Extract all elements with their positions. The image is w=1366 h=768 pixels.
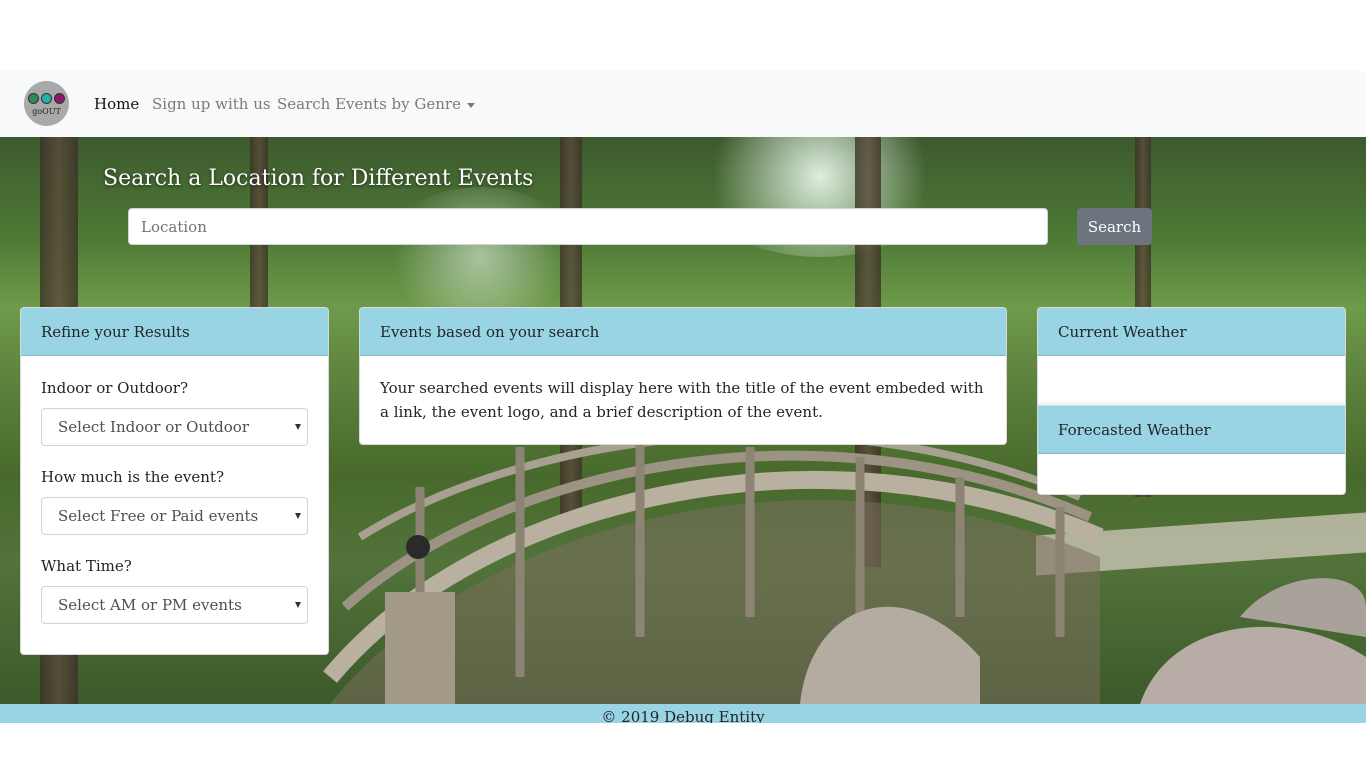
nav-dropdown-genre[interactable]: Search Events by Genre (277, 71, 475, 137)
refine-results-card: Refine your Results Indoor or Outdoor? S… (20, 307, 329, 655)
search-button[interactable]: Search (1077, 208, 1152, 245)
indoor-outdoor-label: Indoor or Outdoor? (41, 379, 189, 397)
logo-dots (28, 93, 65, 104)
nav-link-home[interactable]: Home (94, 71, 139, 137)
select-arrow-icon (295, 424, 301, 430)
weather-card: Current Weather Forecasted Weather (1037, 307, 1346, 495)
logo-dot-purple (54, 93, 65, 104)
select-arrow-icon (295, 602, 301, 608)
logo-dot-teal (41, 93, 52, 104)
location-search-input[interactable] (128, 208, 1048, 245)
logo-wordmark: goOUT (32, 107, 61, 116)
time-select-value: Select AM or PM events (58, 596, 242, 614)
caret-down-icon (466, 102, 475, 108)
price-select-value: Select Free or Paid events (58, 507, 259, 525)
events-body: Your searched events will display here w… (380, 379, 984, 421)
price-label: How much is the event? (41, 468, 224, 486)
brand-logo[interactable]: goOUT (24, 81, 69, 126)
indoor-outdoor-select[interactable]: Select Indoor or Outdoor (41, 408, 308, 446)
price-select[interactable]: Select Free or Paid events (41, 497, 308, 535)
events-card: Events based on your search Your searche… (359, 307, 1007, 445)
refine-results-header: Refine your Results (21, 308, 328, 356)
nav-link-signup[interactable]: Sign up with us (152, 71, 271, 137)
time-label: What Time? (41, 557, 132, 575)
forecast-weather-header: Forecasted Weather (1038, 406, 1345, 454)
refine-results-body: Indoor or Outdoor? Select Indoor or Outd… (21, 356, 328, 654)
footer: © 2019 Debug Entity (0, 704, 1366, 723)
current-weather-header: Current Weather (1038, 308, 1345, 356)
time-select[interactable]: Select AM or PM events (41, 586, 308, 624)
hero-background: Search a Location for Different Events S… (0, 137, 1366, 704)
logo-dot-green (28, 93, 39, 104)
nav-dropdown-genre-label: Search Events by Genre (277, 95, 461, 113)
navbar: goOUT Home Sign up with us Search Events… (0, 71, 1366, 137)
forecast-weather-panel: Forecasted Weather (1038, 405, 1345, 454)
indoor-outdoor-select-value: Select Indoor or Outdoor (58, 418, 250, 436)
hero-title: Search a Location for Different Events (103, 166, 534, 191)
events-header: Events based on your search (360, 308, 1006, 356)
select-arrow-icon (295, 513, 301, 519)
